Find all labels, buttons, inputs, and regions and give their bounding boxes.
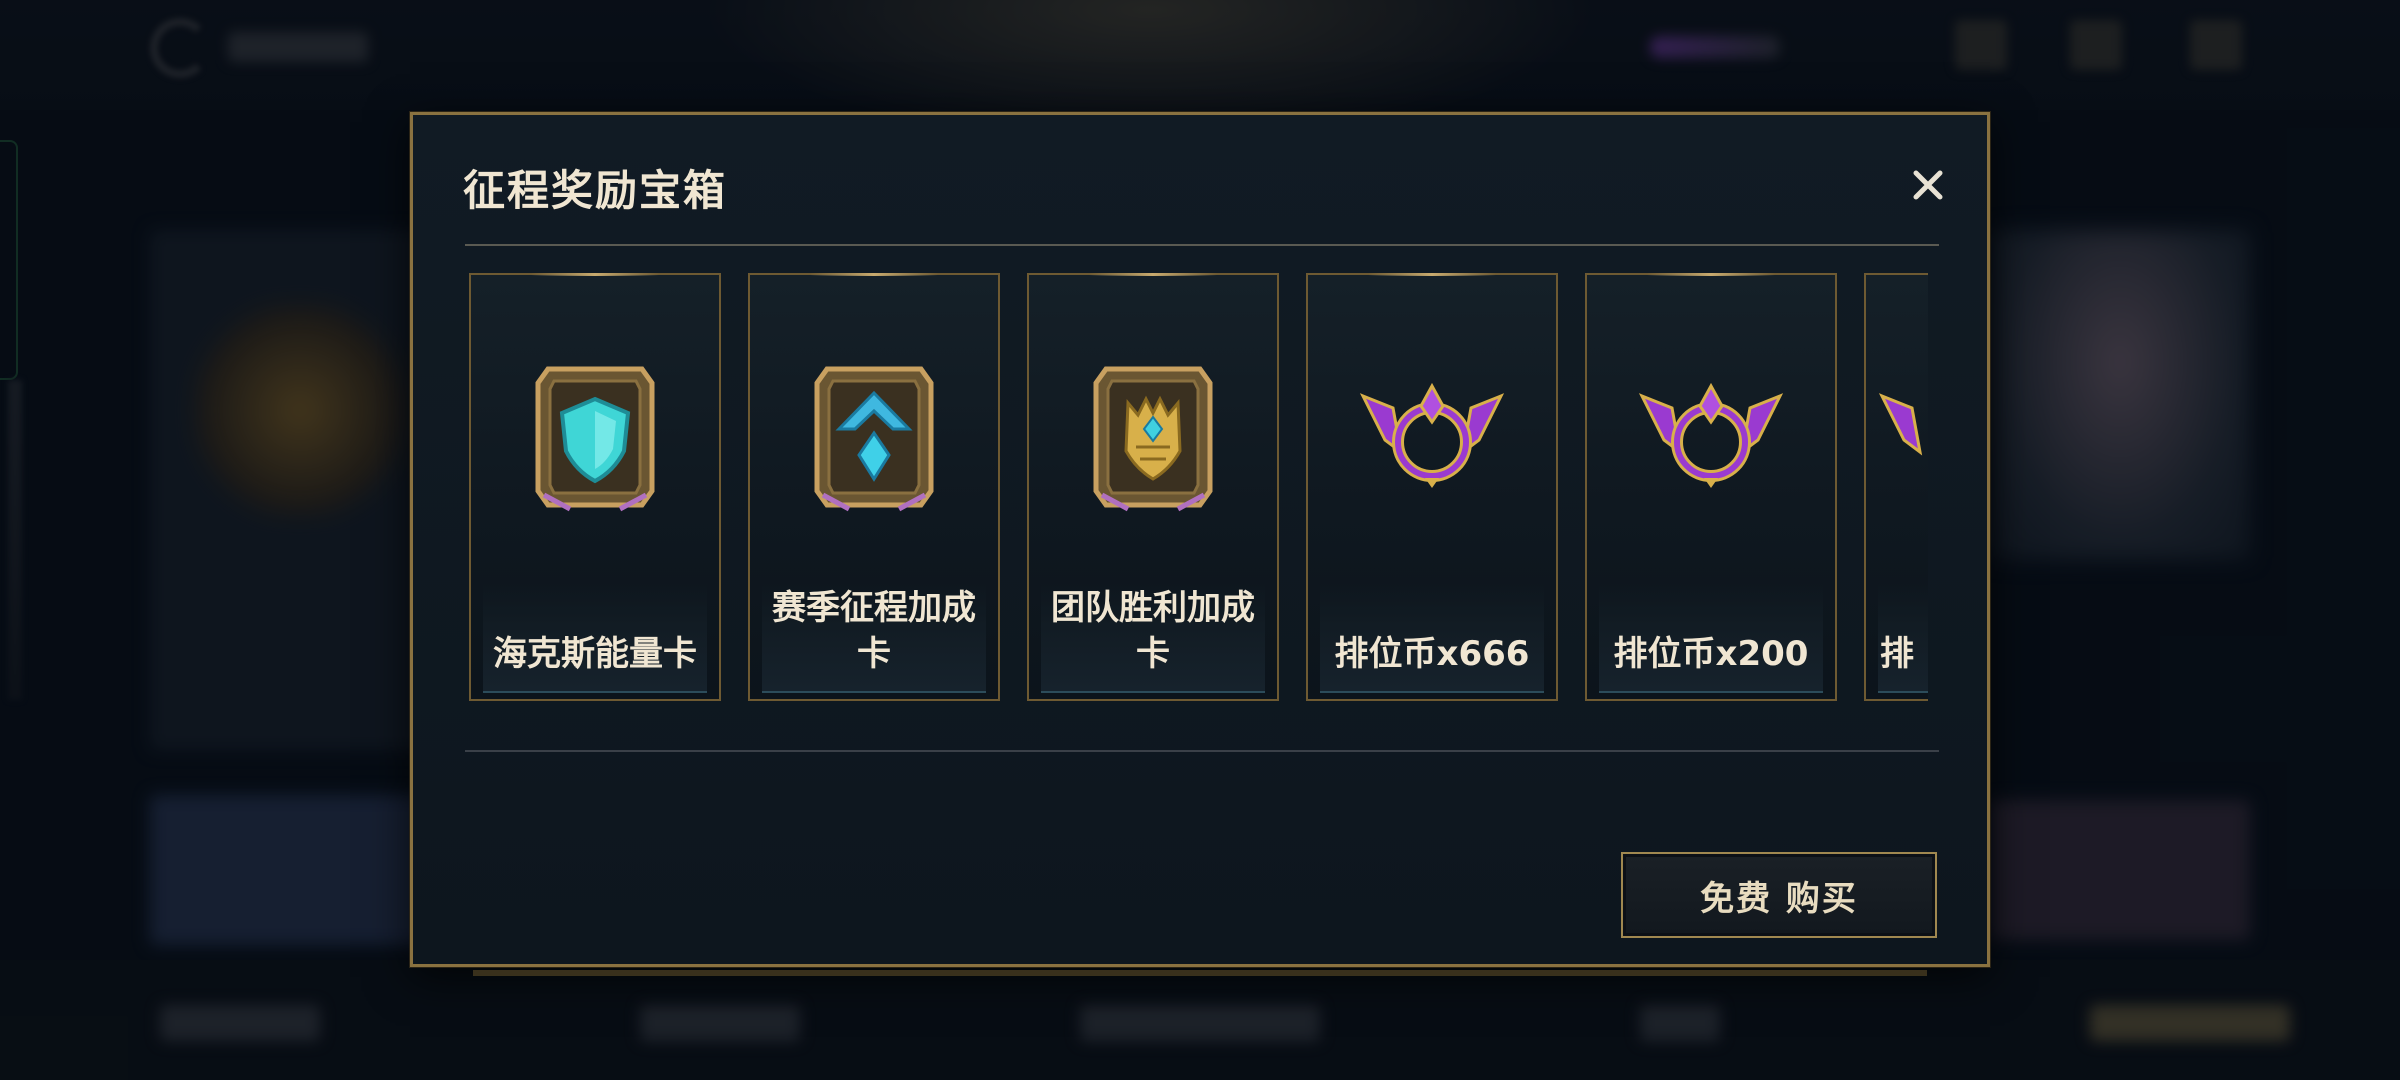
reward-item[interactable]: 赛季征程加成卡	[748, 273, 1000, 701]
close-icon	[1913, 170, 1943, 200]
reward-item-label: 赛季征程加成卡	[772, 588, 976, 674]
reward-item[interactable]: 海克斯能量卡	[469, 273, 721, 701]
reward-item-label: 排位币x666	[1334, 634, 1530, 674]
season-journey-boost-card-icon	[799, 357, 949, 517]
dialog-title: 征程奖励宝箱	[463, 166, 728, 215]
free-buy-button[interactable]: 免费 购买	[1621, 852, 1937, 938]
reward-item-label: 排位币x200	[1613, 634, 1809, 674]
reward-item-label: 海克斯能量卡	[493, 634, 697, 674]
reward-item[interactable]: 排	[1864, 273, 1928, 701]
reward-item[interactable]: 排位币x200	[1585, 273, 1837, 701]
divider	[465, 244, 1939, 246]
divider	[465, 750, 1939, 752]
reward-item[interactable]: 团队胜利加成卡	[1027, 273, 1279, 701]
reward-chest-dialog: 征程奖励宝箱 海克斯能量卡 赛季征程加成卡 团队胜利加成卡 排位币x666 排位…	[410, 112, 1990, 976]
ranked-coin-icon	[1357, 357, 1507, 517]
hextech-shield-card-icon	[520, 357, 670, 517]
close-button[interactable]	[1903, 160, 1953, 210]
reward-items-list[interactable]: 海克斯能量卡 赛季征程加成卡 团队胜利加成卡 排位币x666 排位币x200 排	[469, 273, 1928, 705]
reward-item-label: 团队胜利加成卡	[1051, 588, 1255, 674]
reward-item-label: 排	[1880, 634, 1914, 674]
reward-item[interactable]: 排位币x666	[1306, 273, 1558, 701]
ranked-coin-icon	[1876, 357, 1928, 517]
ranked-coin-icon	[1636, 357, 1786, 517]
buy-button-label: 免费 购买	[1700, 878, 1858, 919]
team-victory-boost-card-icon	[1078, 357, 1228, 517]
